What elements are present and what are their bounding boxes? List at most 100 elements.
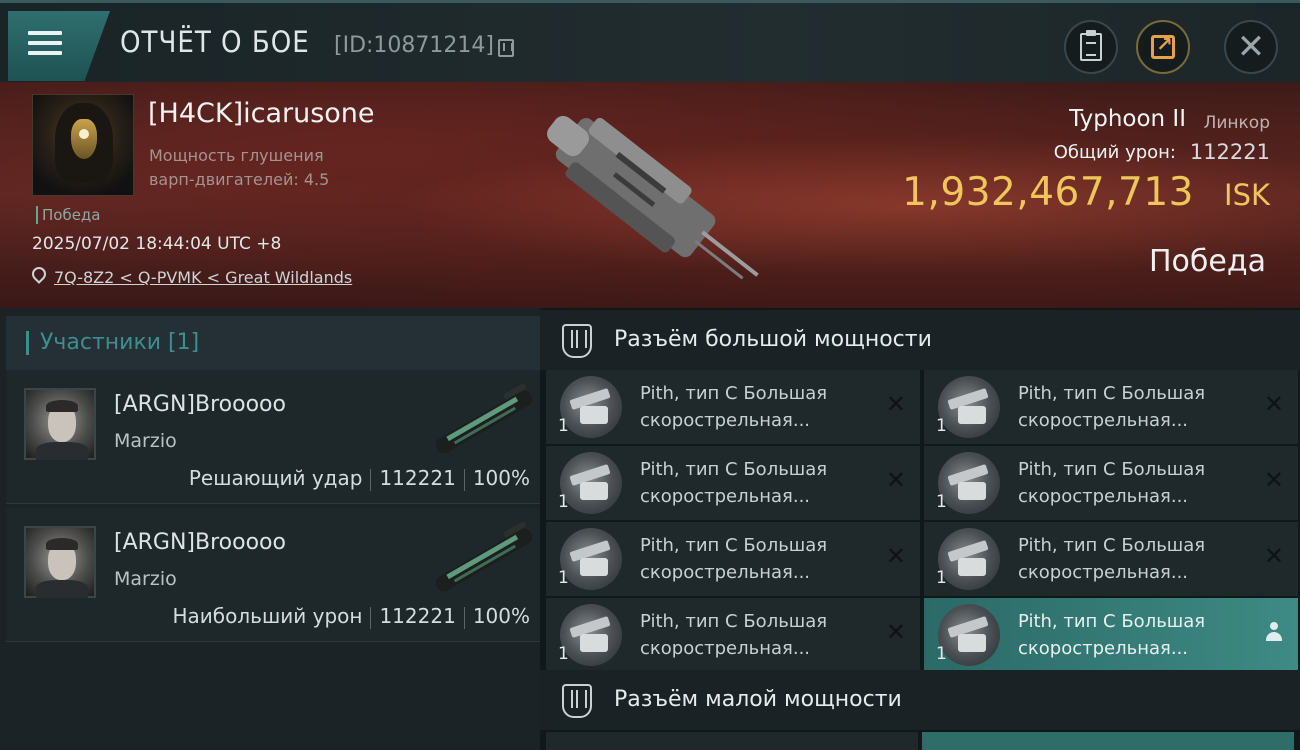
stat-separator xyxy=(463,468,465,491)
kill-summary: [H4CK]icarusone Мощность глушения варп-д… xyxy=(0,82,1300,308)
total-damage-value: 112221 xyxy=(1189,140,1270,164)
turret-icon xyxy=(938,376,1000,438)
participant-percent: 100% xyxy=(472,604,530,628)
module-item[interactable]: 1 Pith, тип C Большая скорострельная... ✕ xyxy=(546,446,920,520)
participants-header[interactable]: Участники [1] xyxy=(6,316,540,370)
victim-name[interactable]: [H4CK]icarusone xyxy=(148,98,375,129)
close-icon[interactable]: ✕ xyxy=(886,542,906,570)
stat-separator xyxy=(370,468,372,491)
participant-name: [ARGN]Brooooo xyxy=(114,392,286,417)
module-item[interactable] xyxy=(546,732,918,750)
close-icon[interactable]: ✕ xyxy=(886,618,906,646)
participant-avatar[interactable] xyxy=(24,388,96,460)
turret-base xyxy=(958,634,986,652)
module-name-line1: Pith, тип C Большая xyxy=(1018,535,1206,556)
module-item[interactable]: 1 Pith, тип C Большая скорострельная... ✕ xyxy=(924,522,1298,596)
close-button[interactable]: ✕ xyxy=(1224,20,1278,74)
participant-avatar[interactable] xyxy=(24,526,96,598)
turret-icon xyxy=(560,604,622,666)
module-item[interactable]: 1 Pith, тип C Большая скорострельная... ✕ xyxy=(924,446,1298,520)
participant-role: Наибольший урон xyxy=(172,604,363,628)
turret-icon xyxy=(938,604,1000,666)
high-slot-title: Разъём большой мощности xyxy=(614,327,932,352)
module-name-line1: Pith, тип C Большая xyxy=(1018,611,1206,632)
close-icon[interactable]: ✕ xyxy=(1264,390,1284,418)
menu-button[interactable] xyxy=(8,11,110,81)
turret-base xyxy=(580,634,608,652)
participant-card[interactable]: [ARGN]Brooooo Marzio Наибольший урон 1122… xyxy=(6,508,540,642)
module-name-line2: скорострельная... xyxy=(1018,410,1189,431)
share-button[interactable] xyxy=(1136,20,1190,74)
isk-value: 1,932,467,713 xyxy=(902,170,1194,215)
close-icon[interactable]: ✕ xyxy=(886,466,906,494)
module-item[interactable]: 1 Pith, тип C Большая скорострельная... ✕ xyxy=(546,598,920,672)
avatar-body xyxy=(36,442,88,460)
module-item[interactable]: 1 Pith, тип C Большая скорострельная... xyxy=(924,598,1298,672)
stat-separator xyxy=(463,606,465,629)
participant-stats: Наибольший урон 112221 100% xyxy=(173,604,530,629)
low-slot-header: Разъём малой мощности xyxy=(540,670,1300,730)
top-bar: ОТЧЁТ О БОЕ [ID:10871214] ✕ xyxy=(0,0,1300,82)
participant-damage: 112221 xyxy=(379,604,456,628)
victim-ship-class: Линкор xyxy=(1203,113,1270,133)
isk-unit: ISK xyxy=(1224,178,1270,212)
participant-card[interactable]: [ARGN]Brooooo Marzio Решающий удар 112221… xyxy=(6,370,540,504)
avatar-hair xyxy=(46,400,78,412)
participants-panel: Участники [1] [ARGN]Brooooo Marzio Решаю… xyxy=(0,308,540,750)
module-item[interactable]: 1 Pith, тип C Большая скорострельная... ✕ xyxy=(546,522,920,596)
copy-icon[interactable] xyxy=(498,39,514,57)
close-icon[interactable]: ✕ xyxy=(1264,542,1284,570)
module-quantity: 1 xyxy=(936,644,947,664)
module-quantity: 1 xyxy=(558,416,569,436)
clipboard-icon xyxy=(1080,30,1102,61)
slot-icon xyxy=(562,684,592,718)
module-name: Pith, тип C Большая скорострельная... xyxy=(640,380,870,434)
module-name-line2: скорострельная... xyxy=(640,562,811,583)
module-name: Pith, тип C Большая скорострельная... xyxy=(640,608,870,662)
module-name: Pith, тип C Большая скорострельная... xyxy=(1018,608,1248,662)
module-item[interactable]: 1 Pith, тип C Большая скорострельная... ✕ xyxy=(546,370,920,444)
turret-icon xyxy=(938,452,1000,514)
participants-header-label: Участники [1] xyxy=(40,330,200,355)
module-name-line1: Pith, тип C Большая xyxy=(640,459,828,480)
participant-stats: Решающий удар 112221 100% xyxy=(189,466,530,491)
close-icon: ✕ xyxy=(1236,27,1266,67)
clipboard-button[interactable] xyxy=(1064,20,1118,74)
module-quantity: 1 xyxy=(936,492,947,512)
victim-ship-name[interactable]: Typhoon II xyxy=(1069,106,1186,132)
user-icon[interactable] xyxy=(1266,622,1282,644)
participant-ship-image xyxy=(435,383,533,454)
module-item[interactable]: 1 Pith, тип C Большая скорострельная... ✕ xyxy=(924,370,1298,444)
turret-base xyxy=(958,558,986,576)
turret-base xyxy=(958,406,986,424)
menu-icon-bar xyxy=(28,41,62,45)
location-link[interactable]: 7Q-8Z2 < Q-PVMK < Great Wildlands xyxy=(54,268,352,287)
turret-base xyxy=(580,558,608,576)
turret-icon xyxy=(560,376,622,438)
module-name: Pith, тип C Большая скорострельная... xyxy=(1018,532,1248,586)
participant-ship-image xyxy=(435,521,533,592)
victim-portrait[interactable] xyxy=(32,94,134,196)
avatar-body xyxy=(36,580,88,598)
close-icon[interactable]: ✕ xyxy=(886,390,906,418)
turret-base xyxy=(958,482,986,500)
module-name-line1: Pith, тип C Большая xyxy=(640,383,828,404)
slot-icon xyxy=(562,324,592,358)
report-id: [ID:10871214] xyxy=(334,33,494,58)
module-name-line2: скорострельная... xyxy=(1018,562,1189,583)
module-name-line1: Pith, тип C Большая xyxy=(640,535,828,556)
module-quantity: 1 xyxy=(936,568,947,588)
victim-stat: Мощность глушения варп-двигателей: 4.5 xyxy=(149,144,389,192)
victim-ship-image[interactable] xyxy=(505,100,785,300)
turret-icon xyxy=(560,452,622,514)
low-slot-title: Разъём малой мощности xyxy=(614,687,902,712)
module-name-line2: скорострельная... xyxy=(640,410,811,431)
battle-result: Победа xyxy=(1149,244,1266,279)
victory-tag: Победа xyxy=(36,206,101,224)
close-icon[interactable]: ✕ xyxy=(1264,466,1284,494)
module-item[interactable] xyxy=(922,732,1294,750)
module-quantity: 1 xyxy=(558,568,569,588)
module-name: Pith, тип C Большая скорострельная... xyxy=(1018,380,1248,434)
stat-separator xyxy=(370,606,372,629)
module-name-line2: скорострельная... xyxy=(1018,486,1189,507)
